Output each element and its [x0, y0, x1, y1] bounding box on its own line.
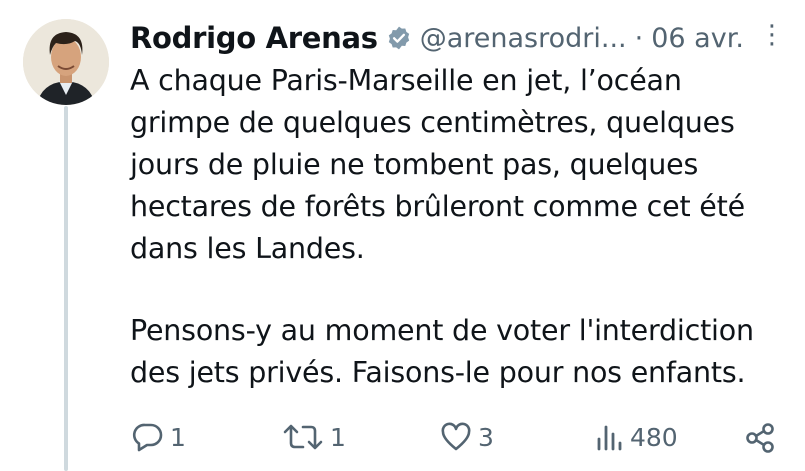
- tweet-text: A chaque Paris-Marseille en jet, l’océan…: [130, 60, 790, 394]
- share-icon: [746, 423, 774, 453]
- views-button[interactable]: 480: [594, 422, 678, 452]
- reply-count: 1: [170, 422, 186, 452]
- views-icon: [597, 425, 622, 451]
- avatar[interactable]: [23, 19, 109, 105]
- more-icon[interactable]: ⋮: [759, 20, 785, 50]
- tweet-paragraph-1: A chaque Paris-Marseille en jet, l’océan…: [130, 64, 745, 265]
- tweet-paragraph-2: Pensons-y au moment de voter l'interdict…: [130, 314, 754, 389]
- like-count: 3: [478, 422, 494, 452]
- reply-button[interactable]: 1: [132, 422, 186, 452]
- author-name[interactable]: Rodrigo Arenas: [130, 21, 378, 55]
- views-count: 480: [630, 422, 678, 452]
- tweet-date[interactable]: 06 avr.: [651, 23, 744, 54]
- retweet-icon: [283, 424, 323, 450]
- action-bar: 1 1 3 480: [132, 416, 785, 460]
- tweet-header: Rodrigo Arenas @arenasrodri... · 06 avr.…: [130, 18, 785, 58]
- verified-badge-icon: [386, 25, 412, 51]
- share-button[interactable]: [744, 422, 776, 454]
- retweet-count: 1: [330, 422, 346, 452]
- author-handle[interactable]: @arenasrodri...: [420, 23, 627, 54]
- retweet-button[interactable]: 1: [282, 422, 346, 452]
- separator-dot: ·: [634, 22, 644, 54]
- thread-line: [64, 106, 68, 471]
- like-button[interactable]: 3: [440, 422, 494, 452]
- like-icon: [441, 422, 471, 451]
- avatar-photo: [23, 19, 109, 105]
- reply-icon: [132, 423, 163, 452]
